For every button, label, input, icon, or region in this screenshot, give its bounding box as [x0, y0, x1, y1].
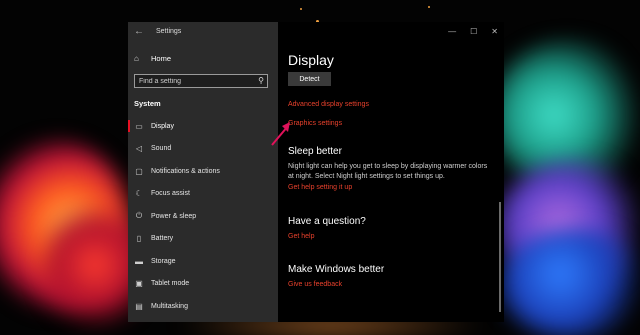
main-content: — ☐ ✕ Display Detect Advanced display se… [278, 22, 504, 322]
moon-icon: ☾ [135, 189, 143, 199]
graphics-settings-link[interactable]: Graphics settings [288, 120, 342, 127]
minimize-button[interactable]: — [448, 27, 456, 36]
sidebar-item-label: Battery [151, 235, 174, 243]
sidebar-item-sound[interactable]: ◁ Sound [128, 138, 278, 161]
sidebar-item-label: Display [151, 122, 174, 130]
wallpaper-spark [428, 6, 430, 8]
monitor-icon: ▭ [135, 121, 143, 131]
close-button[interactable]: ✕ [491, 27, 498, 36]
speaker-icon: ◁ [135, 144, 143, 154]
sidebar-item-tablet-mode[interactable]: ▣ Tablet mode [128, 273, 278, 296]
search-box[interactable]: ⚲ [134, 74, 268, 88]
detect-button[interactable]: Detect [288, 72, 331, 86]
scrollbar[interactable] [499, 202, 501, 312]
sidebar-item-focus-assist[interactable]: ☾ Focus assist [128, 183, 278, 206]
back-arrow-icon[interactable]: ← [134, 26, 144, 37]
maximize-button[interactable]: ☐ [470, 27, 477, 36]
multitasking-icon: ▤ [135, 301, 143, 311]
settings-window: ← Settings ⌂ Home ⚲ System ▭ Display ◁ S… [128, 22, 504, 322]
battery-icon: ▯ [136, 234, 142, 244]
wallpaper-splash-blue [500, 230, 640, 335]
sidebar-item-label: Notifications & actions [151, 167, 220, 175]
sidebar: ← Settings ⌂ Home ⚲ System ▭ Display ◁ S… [128, 22, 278, 322]
wallpaper-spark [300, 8, 302, 10]
sidebar-item-label: Focus assist [151, 190, 190, 198]
window-controls: — ☐ ✕ [448, 27, 498, 36]
home-label: Home [151, 54, 172, 63]
advanced-display-settings-link[interactable]: Advanced display settings [288, 101, 369, 108]
title-bar: ← Settings [128, 22, 278, 44]
storage-icon: ▬ [135, 256, 143, 266]
sidebar-item-home[interactable]: ⌂ Home [134, 54, 171, 63]
sidebar-item-label: Storage [151, 257, 176, 265]
sidebar-item-display[interactable]: ▭ Display [128, 115, 278, 138]
question-heading: Have a question? [288, 216, 366, 227]
page-title: Display [288, 52, 334, 68]
get-help-setting-it-up-link[interactable]: Get help setting it up [288, 184, 352, 191]
sidebar-item-notifications[interactable]: ▢ Notifications & actions [128, 160, 278, 183]
notifications-icon: ▢ [135, 166, 143, 176]
sidebar-item-label: Tablet mode [151, 280, 190, 288]
section-title: System [134, 99, 161, 108]
give-us-feedback-link[interactable]: Give us feedback [288, 281, 342, 288]
sidebar-item-battery[interactable]: ▯ Battery [128, 228, 278, 251]
window-title: Settings [156, 28, 182, 35]
sidebar-item-label: Power & sleep [151, 212, 197, 220]
search-input[interactable] [139, 76, 251, 86]
make-windows-better-heading: Make Windows better [288, 264, 385, 275]
get-help-link[interactable]: Get help [288, 233, 314, 240]
sidebar-item-label: Multitasking [151, 302, 188, 310]
sidebar-item-label: Sound [151, 145, 172, 153]
annotation-arrow-icon [271, 122, 290, 146]
power-icon: ⏻ [135, 211, 143, 221]
tablet-icon: ▣ [135, 279, 143, 289]
sidebar-nav: ▭ Display ◁ Sound ▢ Notifications & acti… [128, 115, 278, 318]
home-icon: ⌂ [134, 54, 139, 63]
sleep-better-text: Night light can help you get to sleep by… [288, 163, 488, 180]
sidebar-item-multitasking[interactable]: ▤ Multitasking [128, 295, 278, 318]
search-icon[interactable]: ⚲ [258, 76, 264, 85]
sidebar-item-storage[interactable]: ▬ Storage [128, 250, 278, 273]
sleep-better-heading: Sleep better [288, 146, 342, 157]
sidebar-item-power-sleep[interactable]: ⏻ Power & sleep [128, 205, 278, 228]
